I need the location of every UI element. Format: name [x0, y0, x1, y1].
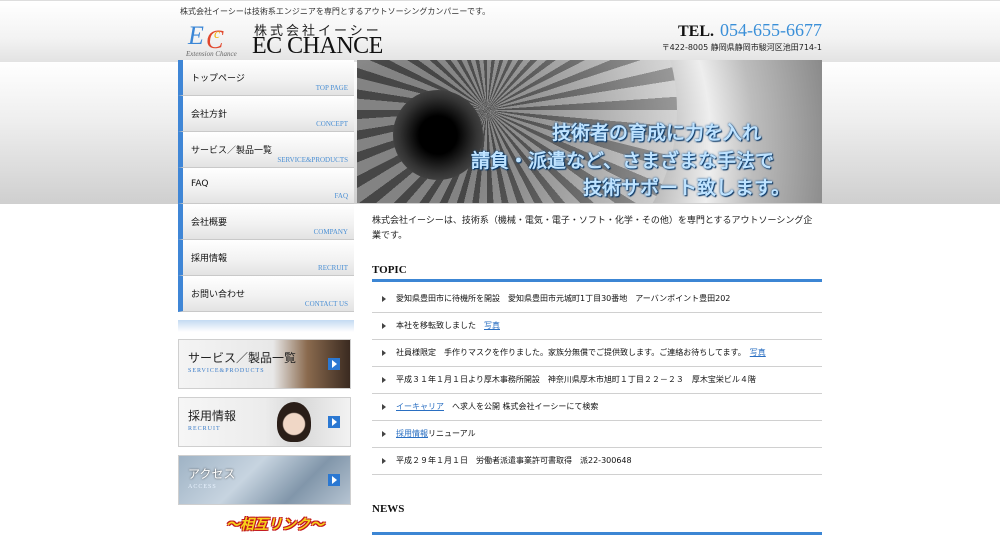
banner-recruit[interactable]: 採用情報 RECRUIT	[178, 397, 351, 447]
topic-item: 愛知県豊田市に待機所を開設 愛知県豊田市元城町1丁目30番地 アーバンポイント豊…	[372, 286, 822, 313]
bullet-arrow-icon	[382, 323, 386, 329]
news-heading: NEWS	[372, 503, 405, 515]
arrow-right-icon	[328, 474, 340, 486]
topic-list: 愛知県豊田市に待機所を開設 愛知県豊田市元城町1丁目30番地 アーバンポイント豊…	[372, 286, 822, 475]
topic-text: 愛知県豊田市に待機所を開設 愛知県豊田市元城町1丁目30番地 アーバンポイント豊…	[396, 294, 731, 303]
nav-item-label: お問い合わせ	[191, 290, 246, 300]
nav-shadow	[178, 320, 354, 332]
banner-service-products[interactable]: サービス／製品一覧 SERVICE&PRODUCTS	[178, 339, 351, 389]
arrow-right-icon	[328, 416, 340, 428]
main-navigation: トップページ TOP PAGE 会社方針 CONCEPT サービス／製品一覧 SERV…	[178, 60, 354, 312]
nav-item-label: トップページ	[191, 74, 245, 84]
nav-item-sublabel: TOP PAGE	[315, 84, 348, 92]
topic-item: 社員様限定 手作りマスクを作りました。家族分無償でご提供致します。ご連絡お待ちし…	[372, 340, 822, 367]
recruit-info-link[interactable]: 採用情報	[396, 429, 428, 438]
nav-item-sublabel: RECRUIT	[318, 264, 348, 272]
topic-text: リニューアル	[428, 429, 476, 438]
nav-item-sublabel: COMPANY	[313, 228, 348, 236]
nav-item-faq[interactable]: FAQ FAQ	[178, 168, 354, 204]
nav-item-service-products[interactable]: サービス／製品一覧 SERVICE&PRODUCTS	[178, 132, 354, 168]
topic-text: 平成２９年１月１日 労働者派遣事業許可書取得 派22-300648	[396, 456, 632, 465]
nav-item-sublabel: CONCEPT	[316, 120, 348, 128]
nav-item-sublabel: SERVICE&PRODUCTS	[277, 156, 348, 164]
bullet-arrow-icon	[382, 296, 386, 302]
hero-line-1: 技術者の育成に力を入れ	[552, 122, 762, 144]
turbine-hub-image	[393, 90, 483, 180]
topic-item: 採用情報リニューアル	[372, 421, 822, 448]
hero-banner: 技術者の育成に力を入れ 請負・派遣など、さまざまな手法で 技術サポート致します。	[357, 60, 822, 203]
company-address: 〒422-8005 静岡県静岡市駿河区池田714-1	[661, 43, 822, 52]
logo-brand-name[interactable]: EC CHANCE	[252, 33, 383, 60]
nav-item-recruit[interactable]: 採用情報 RECRUIT	[178, 240, 354, 276]
nav-item-label: 会社方針	[191, 110, 228, 120]
bullet-arrow-icon	[382, 377, 386, 383]
banner-subtitle: RECRUIT	[188, 426, 221, 432]
banner-title: サービス／製品一覧	[188, 351, 297, 365]
nav-item-concept[interactable]: 会社方針 CONCEPT	[178, 96, 354, 132]
nav-item-label: サービス／製品一覧	[191, 146, 273, 156]
topic-item: 本社を移転致しました 写真	[372, 313, 822, 340]
nav-item-top-page[interactable]: トップページ TOP PAGE	[178, 60, 354, 96]
topic-text: 本社を移転致しました	[396, 321, 484, 330]
banner-access[interactable]: アクセス ACCESS	[178, 455, 351, 505]
bullet-arrow-icon	[382, 350, 386, 356]
nav-item-label: 採用情報	[191, 254, 228, 264]
nav-item-label: FAQ	[191, 179, 209, 189]
hero-line-3: 技術サポート致します。	[583, 177, 791, 199]
topic-text: へ求人を公開 株式会社イーシーにて検索	[444, 402, 599, 411]
bullet-arrow-icon	[382, 458, 386, 464]
bullet-arrow-icon	[382, 404, 386, 410]
topic-rule	[372, 279, 822, 282]
nav-item-contact-us[interactable]: お問い合わせ CONTACT US	[178, 276, 354, 312]
news-rule	[372, 532, 822, 535]
topic-item: 平成３１年１月１日より厚木事務所開設 神奈川県厚木市旭町１丁目２２－２３ 厚木宝…	[372, 367, 822, 394]
company-intro: 株式会社イーシーは、技術系（機械・電気・電子・ソフト・化学・その他）を専門とする…	[372, 216, 813, 241]
topic-item: イーキャリア へ求人を公開 株式会社イーシーにて検索	[372, 394, 822, 421]
telephone: TEL. 054-655-6677	[678, 20, 822, 41]
svg-text:c: c	[214, 27, 221, 42]
hero-line-2: 請負・派遣など、さまざまな手法で	[471, 150, 775, 172]
person-photo	[277, 402, 311, 442]
arrow-right-icon	[328, 358, 340, 370]
banner-title: アクセス	[188, 467, 236, 481]
nav-item-sublabel: CONTACT US	[304, 300, 348, 308]
nav-item-label: 会社概要	[191, 218, 228, 228]
topic-item: 平成２９年１月１日 労働者派遣事業許可書取得 派22-300648	[372, 448, 822, 475]
banner-subtitle: SERVICE&PRODUCTS	[188, 368, 265, 374]
header-band	[0, 0, 1000, 63]
svg-text:E: E	[187, 21, 204, 50]
banner-title: 採用情報	[188, 409, 237, 423]
topic-heading: TOPIC	[372, 264, 407, 276]
nav-item-company[interactable]: 会社概要 COMPANY	[178, 204, 354, 240]
topic-text: 社員様限定 手作りマスクを作りました。家族分無償でご提供致します。ご連絡お待ちし…	[396, 348, 750, 357]
ecareer-link[interactable]: イーキャリア	[396, 402, 444, 411]
mutual-links-banner[interactable]: ～相互リンク～	[226, 514, 324, 534]
photo-link[interactable]: 写真	[484, 321, 500, 330]
nav-item-sublabel: FAQ	[334, 192, 348, 200]
logo-subtitle: Extension Chance	[186, 50, 237, 58]
bullet-arrow-icon	[382, 431, 386, 437]
tel-label: TEL.	[677, 23, 714, 40]
photo-link[interactable]: 写真	[750, 348, 766, 357]
topic-text: 平成３１年１月１日より厚木事務所開設 神奈川県厚木市旭町１丁目２２－２３ 厚木宝…	[396, 375, 756, 384]
header-tagline: 株式会社イーシーは技術系エンジニアを専門とするアウトソーシングカンパニーです。	[180, 7, 491, 16]
tel-number[interactable]: 054-655-6677	[720, 20, 822, 40]
banner-subtitle: ACCESS	[188, 484, 217, 490]
